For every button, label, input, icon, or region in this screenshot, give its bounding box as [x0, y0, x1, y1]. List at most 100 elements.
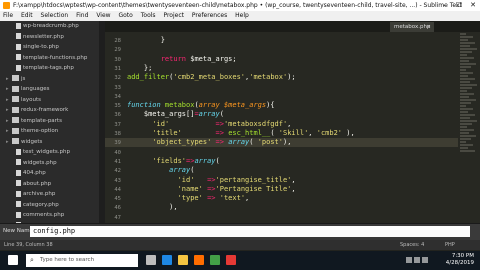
folder-item[interactable]: ▸ languages	[0, 84, 99, 95]
code-line[interactable]: 31 };	[105, 64, 480, 73]
tree-item-label: template-parts	[21, 117, 62, 124]
code-token: =>	[215, 138, 224, 147]
network-icon[interactable]	[406, 257, 412, 263]
folder-item[interactable]: ▸ redux-framework	[0, 105, 99, 116]
file-item[interactable]: template-tags.php	[0, 63, 99, 74]
code-token: 'id'	[177, 175, 195, 184]
code-line[interactable]: 29	[105, 45, 480, 54]
code-line[interactable]: 28 }	[105, 36, 480, 45]
menu-selection[interactable]: Selection	[41, 12, 69, 19]
battery-icon[interactable]	[422, 257, 428, 263]
indentation-setting[interactable]: Spaces: 4	[400, 240, 424, 250]
file-item[interactable]: widgets.php	[0, 158, 99, 169]
menu-preferences[interactable]: Preferences	[192, 12, 227, 19]
volume-icon[interactable]	[414, 257, 420, 263]
code-line[interactable]: 33	[105, 83, 480, 92]
file-item[interactable]: newsletter.php	[0, 32, 99, 43]
file-item[interactable]: wp-breadcrumb.php	[0, 21, 99, 32]
code-token: $meta_args[]	[143, 110, 195, 119]
folder-item[interactable]: ▸ layouts	[0, 95, 99, 106]
minimap-line	[460, 63, 476, 65]
menu-goto[interactable]: Goto	[118, 12, 132, 19]
code-line[interactable]: 44 'name' =>'Pertangise Title',	[105, 185, 480, 194]
menu-find[interactable]: Find	[76, 12, 88, 19]
minimap-line	[460, 72, 473, 74]
tree-item-label: js	[21, 75, 26, 82]
file-icon	[16, 211, 21, 218]
syntax-mode[interactable]: PHP	[445, 240, 455, 250]
code-line[interactable]: 47	[105, 213, 480, 222]
code-line[interactable]: 45 'type' => 'text',	[105, 194, 480, 203]
menu-help[interactable]: Help	[235, 12, 249, 19]
code-token: add_filter	[127, 73, 170, 82]
code-token: 'pertangise_title'	[215, 175, 292, 184]
code-token: array	[198, 110, 220, 119]
menu-project[interactable]: Project	[163, 12, 184, 19]
file-item[interactable]: template-functions.php	[0, 53, 99, 64]
minimap-line	[460, 135, 476, 137]
recorder-icon[interactable]	[226, 255, 236, 265]
minimize-icon[interactable]: –	[438, 0, 452, 11]
menu-edit[interactable]: Edit	[21, 12, 33, 19]
code-line[interactable]: 36 $meta_args[]=array(	[105, 110, 480, 119]
file-item[interactable]: test_widgets.php	[0, 147, 99, 158]
tab-close-icon[interactable]: ×	[426, 22, 431, 32]
minimap-line	[460, 54, 467, 56]
tree-item-label: single-to.php	[23, 44, 59, 50]
folder-item[interactable]: ▸ template-parts	[0, 116, 99, 127]
system-clock[interactable]: 7:30 PM 4/28/2019	[446, 253, 474, 267]
code-line[interactable]: 38 'title' => esc_html__( 'Skill', 'cmb2…	[105, 129, 480, 138]
folder-item[interactable]: ▸ js	[0, 74, 99, 85]
code-line[interactable]: 46 ),	[105, 203, 480, 212]
code-line[interactable]: 32 add_filter('cmb2_meta_boxes','metabox'…	[105, 73, 480, 82]
file-item[interactable]: about.php	[0, 179, 99, 190]
file-explorer-icon[interactable]	[178, 255, 188, 265]
tree-item-label: archive.php	[23, 191, 56, 197]
menu-tools[interactable]: Tools	[141, 12, 156, 19]
file-item[interactable]: 404.php	[0, 168, 99, 179]
minimap-line	[460, 84, 477, 86]
code-token: =>	[207, 194, 216, 203]
minimap[interactable]	[458, 32, 480, 223]
file-item[interactable]: archive.php	[0, 189, 99, 200]
taskbar-search[interactable]: ⌕ Type here to search	[26, 254, 138, 267]
code-editor[interactable]: 28 } 29 30 return $meta_args; 31 }; 32 add_fi…	[105, 32, 480, 223]
close-icon[interactable]: ✕	[466, 0, 480, 11]
tree-item-label: redux-framework	[21, 107, 69, 113]
chrome-icon[interactable]	[210, 255, 220, 265]
file-item[interactable]: single-to.php	[0, 42, 99, 53]
new-name-input[interactable]: config.php	[30, 226, 470, 237]
sublime-taskbar-icon[interactable]	[194, 255, 204, 265]
code-line[interactable]: 34	[105, 92, 480, 101]
menu-file[interactable]: File	[3, 12, 13, 19]
code-line[interactable]: 43 'id' =>'pertangise_title',	[105, 176, 480, 185]
menu-view[interactable]: View	[96, 12, 110, 19]
folder-icon	[12, 106, 19, 113]
tree-item-label: languages	[21, 86, 50, 92]
code-line[interactable]: 41 'fields'=>array(	[105, 157, 480, 166]
code-token: 'metaboxsdfgdf'	[223, 119, 288, 128]
windows-start-icon[interactable]	[8, 255, 18, 265]
folder-item[interactable]: ▸ widgets	[0, 137, 99, 148]
file-item[interactable]: category.php	[0, 200, 99, 211]
code-line[interactable]: 30 return $meta_args;	[105, 55, 480, 64]
file-icon	[16, 33, 21, 39]
file-icon	[16, 169, 21, 176]
code-line[interactable]: 40	[105, 148, 480, 157]
folder-item[interactable]: ▸ theme-option	[0, 126, 99, 137]
code-line[interactable]: 39 'object_types' => array( 'post'),	[105, 138, 480, 148]
code-token: (	[190, 166, 195, 175]
tree-item-label: theme-option	[21, 128, 59, 134]
folder-icon	[12, 75, 19, 81]
code-line[interactable]: 42 array(	[105, 166, 480, 175]
code-line[interactable]: 37 'id' =>'metaboxsdfgdf',	[105, 120, 480, 129]
maximize-icon[interactable]: ☐	[452, 0, 466, 11]
tab-metabox[interactable]: metabox.php ×	[390, 22, 434, 32]
tree-item-label: comments.php	[23, 212, 65, 218]
file-item[interactable]: comments.php	[0, 210, 99, 221]
code-token: ),	[169, 203, 178, 212]
edge-icon[interactable]	[162, 255, 172, 265]
code-line[interactable]: 35 function metabox(array $meta_args){	[105, 101, 480, 110]
task-view-icon[interactable]	[146, 255, 156, 265]
